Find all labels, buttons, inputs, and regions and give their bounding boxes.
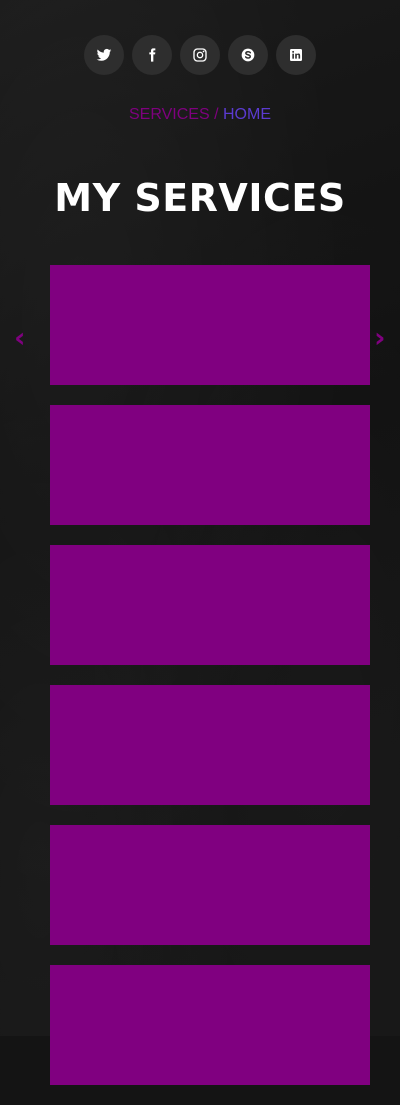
instagram-icon: [193, 48, 207, 62]
twitter-link[interactable]: [84, 35, 124, 75]
service-card[interactable]: [50, 965, 370, 1085]
instagram-link[interactable]: [180, 35, 220, 75]
service-card[interactable]: [50, 825, 370, 945]
page-title: MY SERVICES: [54, 176, 346, 220]
service-card[interactable]: [50, 685, 370, 805]
carousel-next-button[interactable]: ›: [374, 323, 386, 353]
breadcrumb-separator: /: [214, 106, 219, 123]
service-card[interactable]: [50, 265, 370, 385]
facebook-link[interactable]: [132, 35, 172, 75]
linkedin-link[interactable]: [276, 35, 316, 75]
service-card[interactable]: [50, 545, 370, 665]
breadcrumb-home-link[interactable]: HOME: [223, 106, 271, 123]
social-links: [0, 35, 400, 75]
facebook-icon: [149, 48, 156, 62]
carousel-prev-button[interactable]: ‹: [14, 323, 26, 353]
linkedin-icon: [290, 49, 302, 61]
breadcrumb-current: SERVICES: [129, 106, 210, 123]
service-cards: [50, 265, 370, 1105]
skype-icon: [241, 48, 255, 62]
twitter-icon: [96, 48, 112, 61]
breadcrumb: SERVICES / HOME: [0, 106, 400, 124]
service-card[interactable]: [50, 405, 370, 525]
skype-link[interactable]: [228, 35, 268, 75]
